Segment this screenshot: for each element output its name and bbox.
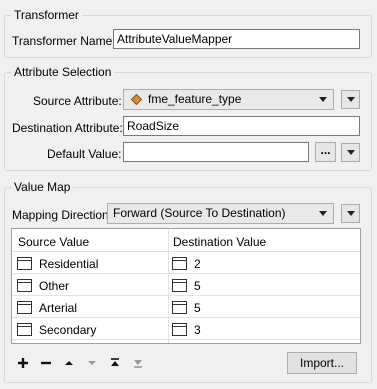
default-value-label: Default Value: [47, 147, 122, 161]
source-attribute-menu-button[interactable] [341, 90, 360, 109]
remove-icon[interactable] [38, 355, 54, 371]
column-divider [168, 229, 169, 343]
source-attribute-select[interactable]: fme_feature_type [123, 89, 334, 110]
chevron-down-icon [319, 97, 327, 102]
default-value-ellipsis-button[interactable]: ... [315, 142, 336, 162]
text-value-icon [172, 279, 187, 292]
column-header-source[interactable]: Source Value [18, 235, 89, 249]
attribute-selection-group-title: Attribute Selection [11, 65, 115, 79]
destination-value-cell[interactable]: 3 [194, 323, 201, 337]
mapping-direction-menu-button[interactable] [341, 204, 360, 223]
source-attribute-label: Source Attribute: [33, 94, 122, 108]
chevron-down-icon [319, 211, 327, 216]
move-up-icon[interactable] [61, 355, 77, 371]
import-button[interactable]: Import... [287, 352, 357, 374]
destination-attribute-label: Destination Attribute: [12, 121, 123, 135]
row-divider [12, 295, 360, 296]
text-value-icon [172, 257, 187, 270]
move-top-icon[interactable] [107, 355, 123, 371]
source-value-cell[interactable]: Secondary [39, 323, 96, 337]
text-value-icon [172, 323, 187, 336]
chevron-down-icon [347, 211, 355, 216]
source-value-cell[interactable]: Residential [39, 257, 98, 271]
transformer-group-title: Transformer [11, 8, 82, 22]
destination-attribute-input[interactable]: RoadSize [123, 116, 360, 136]
row-divider [12, 339, 360, 340]
attribute-diamond-icon [131, 94, 142, 105]
default-value-input[interactable] [123, 142, 309, 162]
header-divider [12, 251, 360, 252]
source-attribute-value: fme_feature_type [148, 92, 242, 106]
text-value-icon [17, 257, 32, 270]
text-value-icon [172, 301, 187, 314]
mapping-direction-label: Mapping Direction: [12, 208, 113, 222]
row-divider [12, 273, 360, 274]
source-value-cell[interactable]: Other [39, 279, 69, 293]
destination-value-cell[interactable]: 5 [194, 279, 201, 293]
chevron-down-icon [347, 97, 355, 102]
value-map-table: Source Value Destination Value Residenti… [11, 228, 361, 344]
mapping-direction-select[interactable]: Forward (Source To Destination) [107, 203, 334, 224]
row-divider [12, 317, 360, 318]
move-down-icon[interactable] [84, 355, 100, 371]
move-bottom-icon[interactable] [130, 355, 146, 371]
chevron-down-icon [347, 150, 355, 155]
text-value-icon [17, 323, 32, 336]
value-map-group-title: Value Map [11, 180, 74, 194]
mapping-direction-value: Forward (Source To Destination) [113, 206, 286, 220]
add-icon[interactable] [15, 355, 31, 371]
destination-value-cell[interactable]: 2 [194, 257, 201, 271]
text-value-icon [17, 301, 32, 314]
transformer-name-label: Transformer Name: [12, 34, 116, 48]
transformer-name-input[interactable]: AttributeValueMapper [113, 29, 360, 49]
default-value-menu-button[interactable] [341, 143, 360, 162]
destination-value-cell[interactable]: 5 [194, 301, 201, 315]
source-value-cell[interactable]: Arterial [39, 301, 77, 315]
column-header-destination[interactable]: Destination Value [173, 235, 266, 249]
text-value-icon [17, 279, 32, 292]
